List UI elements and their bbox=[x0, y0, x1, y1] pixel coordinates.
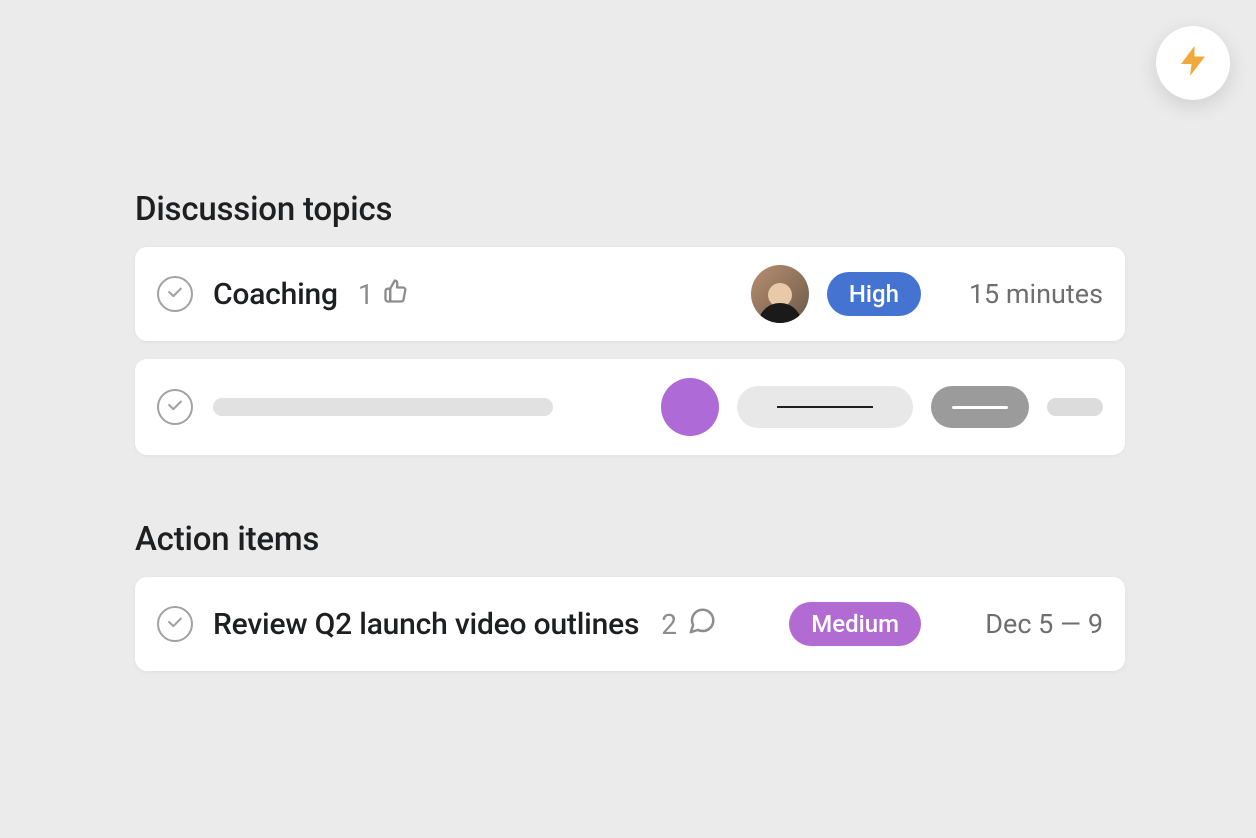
check-icon bbox=[165, 612, 185, 636]
section-title-discussion: Discussion topics bbox=[135, 190, 1125, 229]
speech-bubble-icon bbox=[687, 606, 717, 643]
comment-count-number: 2 bbox=[661, 608, 677, 641]
section-title-action-items: Action items bbox=[135, 520, 1125, 559]
check-icon bbox=[165, 282, 185, 306]
complete-task-button[interactable] bbox=[157, 276, 193, 312]
lightning-bolt-icon bbox=[1175, 43, 1211, 83]
thumbs-up-icon bbox=[382, 277, 410, 312]
task-row-placeholder bbox=[135, 359, 1125, 455]
task-title: Review Q2 launch video outlines bbox=[213, 607, 639, 642]
like-count-number: 1 bbox=[358, 278, 374, 311]
task-date-range: Dec 5 — 9 bbox=[943, 608, 1103, 640]
placeholder-pill-dark bbox=[931, 386, 1029, 428]
check-icon bbox=[165, 395, 185, 419]
task-row[interactable]: Review Q2 launch video outlines 2 Medium… bbox=[135, 577, 1125, 671]
priority-badge-medium[interactable]: Medium bbox=[789, 602, 921, 646]
comment-count[interactable]: 2 bbox=[661, 606, 717, 643]
task-list-panel: Discussion topics Coaching 1 bbox=[135, 190, 1125, 689]
placeholder-end-bar bbox=[1047, 398, 1103, 416]
placeholder-pill bbox=[737, 386, 913, 428]
complete-task-button[interactable] bbox=[157, 606, 193, 642]
complete-task-button[interactable] bbox=[157, 389, 193, 425]
priority-badge-high[interactable]: High bbox=[827, 272, 921, 316]
task-title: Coaching bbox=[213, 277, 338, 312]
automation-fab[interactable] bbox=[1156, 26, 1230, 100]
placeholder-avatar bbox=[661, 378, 719, 436]
like-count[interactable]: 1 bbox=[358, 277, 410, 312]
assignee-avatar[interactable] bbox=[751, 265, 809, 323]
placeholder-title-bar bbox=[213, 398, 553, 416]
task-duration: 15 minutes bbox=[943, 278, 1103, 310]
task-row[interactable]: Coaching 1 High 15 minutes bbox=[135, 247, 1125, 341]
